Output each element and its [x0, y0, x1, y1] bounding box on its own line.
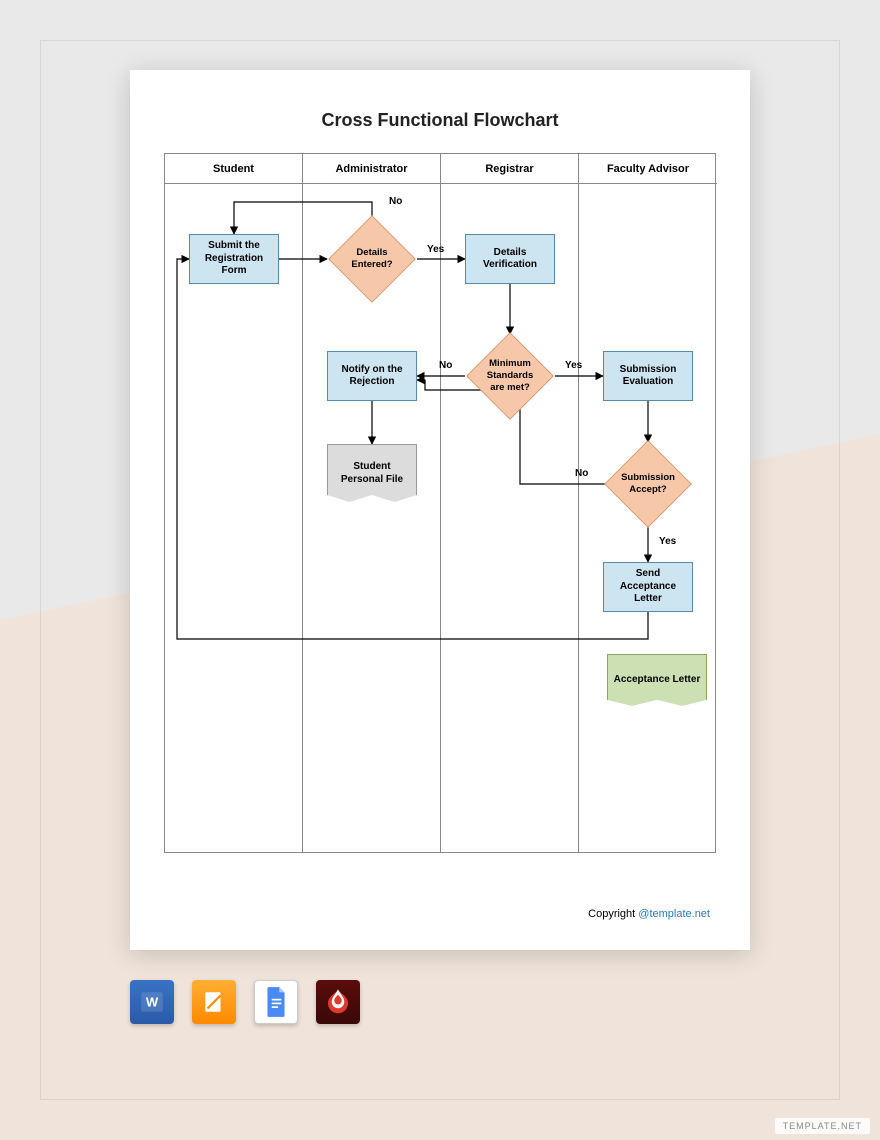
- label-no-3: No: [575, 468, 588, 479]
- word-icon[interactable]: W: [130, 980, 174, 1024]
- copyright: Copyright @template.net: [588, 908, 710, 920]
- node-details-verification: Details Verification: [465, 234, 555, 284]
- page-title: Cross Functional Flowchart: [164, 110, 716, 131]
- lane-body-student: [165, 184, 303, 852]
- pages-icon[interactable]: [192, 980, 236, 1024]
- document-page: Cross Functional Flowchart Student Admin…: [130, 70, 750, 950]
- node-send-acceptance: Send Acceptance Letter: [603, 562, 693, 612]
- swimlane-chart: Student Administrator Registrar Faculty …: [164, 153, 716, 853]
- node-submission-accept: Submission Accept?: [605, 441, 691, 527]
- copyright-link[interactable]: @template.net: [638, 908, 710, 920]
- node-submit-registration: Submit the Registration Form: [189, 234, 279, 284]
- label-no-2: No: [439, 360, 452, 371]
- pdf-icon[interactable]: [316, 980, 360, 1024]
- node-submission-evaluation: Submission Evaluation: [603, 351, 693, 401]
- gdocs-icon[interactable]: [254, 980, 298, 1024]
- label-yes-2: Yes: [565, 360, 582, 371]
- lane-header-student: Student: [165, 154, 303, 184]
- label-yes-1: Yes: [427, 244, 444, 255]
- format-icons: W: [130, 980, 360, 1024]
- node-min-standards: Minimum Standards are met?: [467, 333, 553, 419]
- lane-header-faculty: Faculty Advisor: [579, 154, 717, 184]
- svg-text:W: W: [146, 994, 159, 1009]
- lane-body-registrar: [441, 184, 579, 852]
- node-details-entered: Details Entered?: [329, 216, 415, 302]
- node-notify-rejection: Notify on the Rejection: [327, 351, 417, 401]
- lane-header-administrator: Administrator: [303, 154, 441, 184]
- node-acceptance-letter: Acceptance Letter: [607, 654, 707, 706]
- lane-header-registrar: Registrar: [441, 154, 579, 184]
- watermark: TEMPLATE.NET: [775, 1118, 870, 1134]
- copyright-text: Copyright: [588, 908, 638, 920]
- label-no-1: No: [389, 196, 402, 207]
- node-student-file: Student Personal File: [327, 444, 417, 502]
- label-yes-3: Yes: [659, 536, 676, 547]
